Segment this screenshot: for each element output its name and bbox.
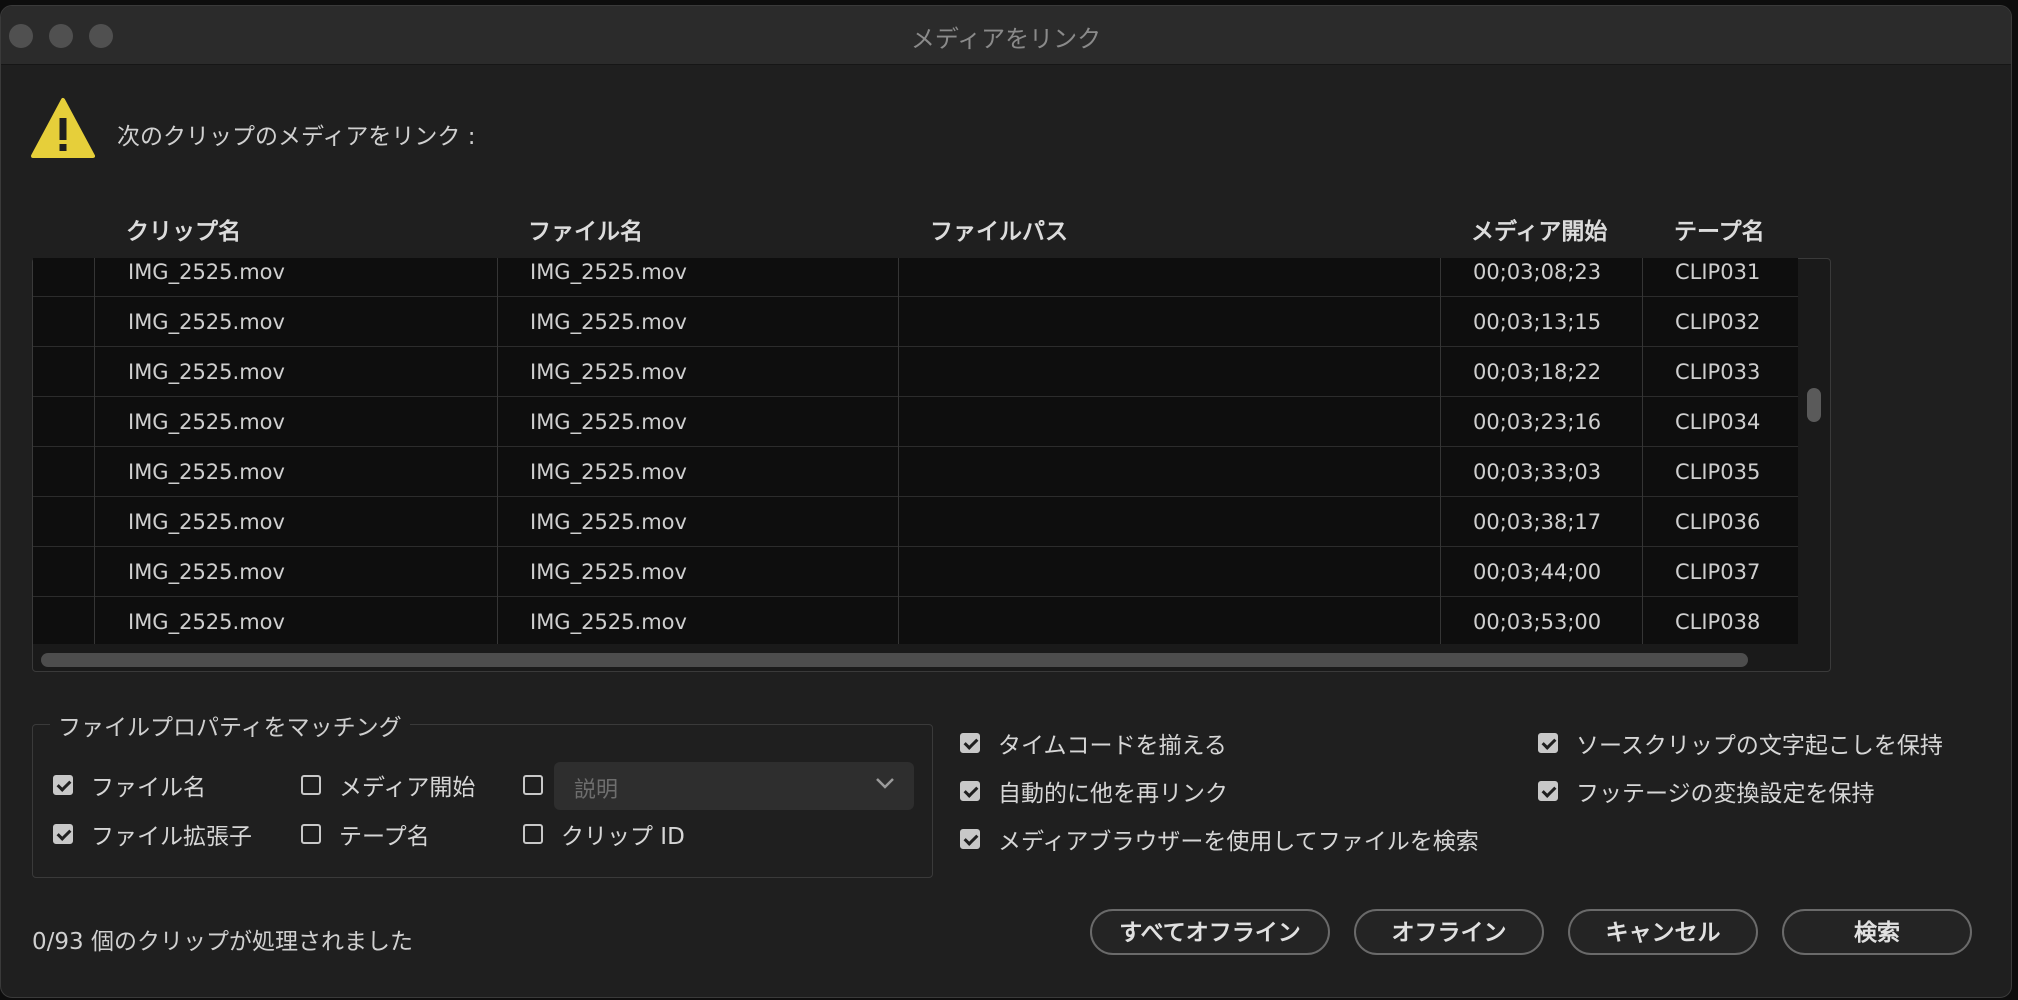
- checkbox-checked[interactable]: [53, 775, 73, 795]
- table-row[interactable]: IMG_2525.mov IMG_2525.mov 00;03;13;15 CL…: [33, 297, 1798, 347]
- cell-media-start: 00;03;53;00: [1473, 610, 1602, 634]
- checkbox-label: ファイル名: [91, 775, 206, 801]
- match-media-start-checkbox[interactable]: メディア開始: [301, 770, 476, 801]
- cell-media-start: 00;03;08;23: [1473, 260, 1602, 284]
- description-select-value: 説明: [574, 778, 619, 803]
- cell-file-name: IMG_2525.mov: [530, 610, 687, 634]
- column-header-file-path[interactable]: ファイルパス: [930, 212, 1068, 246]
- cell-clip-name: IMG_2525.mov: [128, 610, 285, 634]
- checkbox-unchecked[interactable]: [301, 824, 321, 844]
- cell-media-start: 00;03;44;00: [1473, 560, 1602, 584]
- checkbox-checked[interactable]: [1538, 733, 1558, 753]
- checkbox-label: 自動的に他を再リンク: [998, 781, 1228, 807]
- table-row[interactable]: IMG_2525.mov IMG_2525.mov 00;03;53;00 CL…: [33, 597, 1798, 644]
- cell-clip-name: IMG_2525.mov: [128, 410, 285, 434]
- keep-transcript-checkbox[interactable]: ソースクリップの文字起こしを保持: [1538, 728, 1943, 759]
- checkbox-label: ソースクリップの文字起こしを保持: [1576, 733, 1943, 759]
- column-divider: [497, 258, 498, 644]
- offline-all-button[interactable]: すべてオフライン: [1090, 909, 1330, 955]
- checkbox-label: ファイル拡張子: [91, 824, 252, 850]
- clip-table-body: IMG_2525.mov IMG_2525.mov 00;03;08;23 CL…: [33, 258, 1798, 644]
- checkbox-label: タイムコードを揃える: [998, 733, 1227, 759]
- match-description-checkbox[interactable]: [523, 770, 543, 800]
- table-row[interactable]: IMG_2525.mov IMG_2525.mov 00;03;23;16 CL…: [33, 397, 1798, 447]
- checkbox-unchecked[interactable]: [523, 824, 543, 844]
- cell-file-name: IMG_2525.mov: [530, 360, 687, 384]
- checkbox-label: フッテージの変換設定を保持: [1576, 781, 1875, 807]
- cell-clip-name: IMG_2525.mov: [128, 560, 285, 584]
- checkbox-unchecked[interactable]: [523, 775, 543, 795]
- status-text: 0/93 個のクリップが処理されました: [32, 929, 413, 955]
- column-divider: [1642, 258, 1643, 644]
- table-row[interactable]: IMG_2525.mov IMG_2525.mov 00;03;33;03 CL…: [33, 447, 1798, 497]
- table-row[interactable]: IMG_2525.mov IMG_2525.mov 00;03;08;23 CL…: [33, 258, 1798, 297]
- column-header-clip-name[interactable]: クリップ名: [126, 212, 241, 246]
- vertical-scrollbar[interactable]: [1807, 388, 1821, 422]
- checkbox-label: テープ名: [339, 824, 430, 850]
- cell-clip-name: IMG_2525.mov: [128, 360, 285, 384]
- column-divider: [1440, 258, 1441, 644]
- column-divider: [898, 258, 899, 644]
- description-select[interactable]: 説明: [554, 762, 914, 810]
- align-timecode-checkbox[interactable]: タイムコードを揃える: [960, 728, 1227, 759]
- cell-clip-name: IMG_2525.mov: [128, 310, 285, 334]
- cell-file-name: IMG_2525.mov: [530, 510, 687, 534]
- checkbox-label: メディアブラウザーを使用してファイルを検索: [998, 829, 1479, 855]
- checkbox-checked[interactable]: [1538, 781, 1558, 801]
- cell-file-name: IMG_2525.mov: [530, 410, 687, 434]
- cell-file-name: IMG_2525.mov: [530, 560, 687, 584]
- cell-media-start: 00;03;38;17: [1473, 510, 1602, 534]
- column-header-tape-name[interactable]: テープ名: [1674, 212, 1765, 246]
- header-text: 次のクリップのメディアをリンク :: [117, 124, 476, 150]
- title-bar: メディアをリンク: [1, 6, 2011, 65]
- use-media-browser-checkbox[interactable]: メディアブラウザーを使用してファイルを検索: [960, 824, 1479, 855]
- checkbox-checked[interactable]: [960, 829, 980, 849]
- checkbox-label: メディア開始: [339, 775, 476, 801]
- cancel-button[interactable]: キャンセル: [1568, 909, 1758, 955]
- column-divider: [94, 258, 95, 644]
- offline-button[interactable]: オフライン: [1354, 909, 1544, 955]
- chevron-down-icon: [876, 778, 894, 789]
- cell-tape-name: CLIP035: [1675, 460, 1761, 484]
- cell-tape-name: CLIP033: [1675, 360, 1761, 384]
- checkbox-checked[interactable]: [53, 824, 73, 844]
- window-title: メディアをリンク: [910, 25, 1102, 53]
- cell-media-start: 00;03;33;03: [1473, 460, 1602, 484]
- match-properties-legend: ファイルプロパティをマッチング: [50, 708, 410, 742]
- auto-relink-checkbox[interactable]: 自動的に他を再リンク: [960, 776, 1228, 807]
- checkbox-unchecked[interactable]: [301, 775, 321, 795]
- column-header-file-name[interactable]: ファイル名: [528, 212, 643, 246]
- match-clip-id-checkbox[interactable]: クリップ ID: [523, 819, 685, 850]
- warning-icon: [31, 98, 95, 158]
- cell-clip-name: IMG_2525.mov: [128, 460, 285, 484]
- horizontal-scrollbar[interactable]: [41, 653, 1748, 667]
- cell-clip-name: IMG_2525.mov: [128, 260, 285, 284]
- cell-media-start: 00;03;23;16: [1473, 410, 1602, 434]
- cell-tape-name: CLIP031: [1675, 260, 1761, 284]
- match-file-extension-checkbox[interactable]: ファイル拡張子: [53, 819, 252, 850]
- cell-file-name: IMG_2525.mov: [530, 260, 687, 284]
- cell-media-start: 00;03;18;22: [1473, 360, 1602, 384]
- cell-tape-name: CLIP034: [1675, 410, 1761, 434]
- cell-tape-name: CLIP037: [1675, 560, 1761, 584]
- cell-tape-name: CLIP038: [1675, 610, 1761, 634]
- cell-file-name: IMG_2525.mov: [530, 310, 687, 334]
- checkbox-checked[interactable]: [960, 733, 980, 753]
- keep-interpret-checkbox[interactable]: フッテージの変換設定を保持: [1538, 776, 1875, 807]
- column-header-media-start[interactable]: メディア開始: [1471, 212, 1607, 246]
- cell-media-start: 00;03;13;15: [1473, 310, 1602, 334]
- table-row[interactable]: IMG_2525.mov IMG_2525.mov 00;03;44;00 CL…: [33, 547, 1798, 597]
- cell-file-name: IMG_2525.mov: [530, 460, 687, 484]
- search-button[interactable]: 検索: [1782, 909, 1972, 955]
- checkbox-label: クリップ ID: [561, 824, 685, 850]
- checkbox-checked[interactable]: [960, 781, 980, 801]
- match-tape-name-checkbox[interactable]: テープ名: [301, 819, 430, 850]
- table-row[interactable]: IMG_2525.mov IMG_2525.mov 00;03;38;17 CL…: [33, 497, 1798, 547]
- match-file-name-checkbox[interactable]: ファイル名: [53, 770, 206, 801]
- cell-tape-name: CLIP036: [1675, 510, 1761, 534]
- cell-clip-name: IMG_2525.mov: [128, 510, 285, 534]
- cell-tape-name: CLIP032: [1675, 310, 1761, 334]
- table-row[interactable]: IMG_2525.mov IMG_2525.mov 00;03;18;22 CL…: [33, 347, 1798, 397]
